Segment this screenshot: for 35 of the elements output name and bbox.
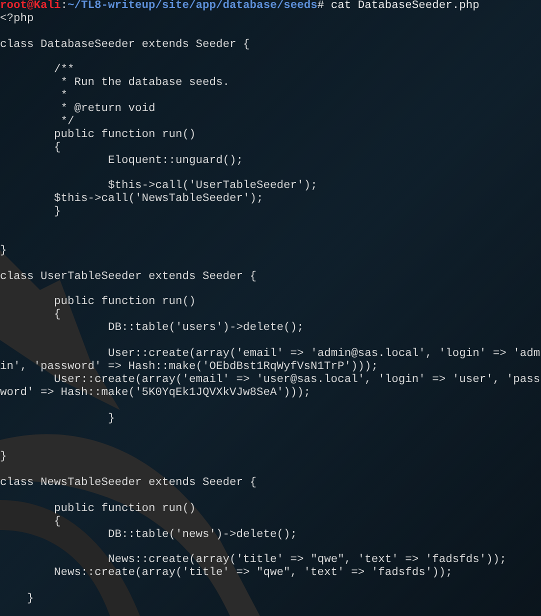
code-line: } [0,244,7,257]
prompt-path: ~/TL8-writeup/site/app/database/seeds [68,0,318,12]
code-line: { [54,142,61,154]
code-line: */ [60,116,74,128]
code-line: } [0,451,7,464]
code-line: * @return void [60,103,156,116]
code-line: { [54,309,61,322]
code-line: $this->call('NewsTableSeeder'); [54,193,264,206]
command-text: # cat DatabaseSeeder.php [317,0,480,12]
code-line: User::create(array('email' => 'user@sas.local', 'login' => 'user', 'pass [54,374,540,386]
code-line: { [54,516,61,528]
code-line: } [108,412,115,424]
code-line: User::create(array('email' => 'admin@sas.local', 'login' => 'adm [108,348,540,360]
code-line: } [27,592,34,605]
code-line: News::create(array('title' => "qwe", 'text' => 'fadsfds')); [108,554,506,566]
code-line: class NewsTableSeeder extends Seeder { [0,476,257,489]
prompt-separator: : [60,0,68,12]
code-line: * [60,90,68,102]
code-line: <?php [0,12,34,25]
code-line: DB::table('news')->delete(); [108,528,298,541]
code-line: public function run() [54,296,196,308]
code-line: DB::table('users')->delete(); [108,322,304,334]
code-line: $this->call('UserTableSeeder'); [108,180,318,192]
code-line: News::create(array('title' => "qwe", 'text' => 'fadsfds')); [54,567,452,580]
code-line: class UserTableSeeder extends Seeder { [0,270,257,283]
code-line: /** [54,64,74,76]
code-line: * Run the database seeds. [60,77,230,90]
code-line: class DatabaseSeeder extends Seeder { [0,38,250,51]
code-line: public function run() [54,502,196,515]
code-line: public function run() [54,128,196,141]
code-line: Eloquent::unguard(); [108,154,244,167]
prompt-user-host: root@Kali [0,0,61,12]
code-line: } [54,206,61,218]
code-line: in', 'password' => Hash::make('OEbdBst1RqWyfVsN1TrP'))); [0,360,378,373]
code-line: word' => Hash::make('5K0YqEk1JQVXkVJw8SeA'))); [0,386,311,399]
